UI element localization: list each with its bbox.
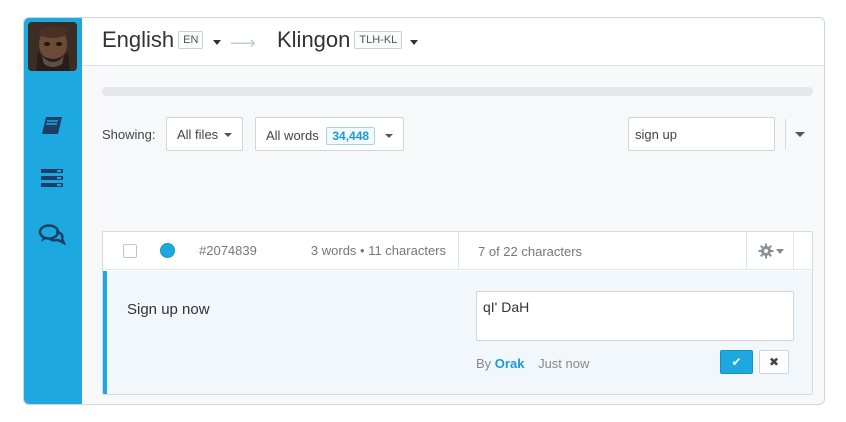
check-icon: ✔ <box>731 355 742 369</box>
language-header: English EN ⟶ Klingon TLH-KL <box>82 18 824 66</box>
save-button[interactable]: ✔ <box>720 350 753 374</box>
target-language-chevron-down-icon[interactable] <box>410 40 418 45</box>
column-divider <box>793 232 794 270</box>
source-language-code: EN <box>178 31 204 49</box>
by-label: By <box>476 356 492 371</box>
source-language-chevron-down-icon[interactable] <box>213 40 221 45</box>
string-id[interactable]: #2074839 <box>199 243 257 258</box>
translation-input[interactable]: qI' DaH <box>476 291 794 341</box>
translation-meta: By Orak Just now <box>476 356 589 371</box>
cancel-button[interactable]: ✖ <box>759 350 789 374</box>
sidebar <box>24 18 82 404</box>
chevron-down-icon <box>224 133 233 137</box>
active-indicator <box>103 271 107 394</box>
target-language-name: Klingon <box>277 27 351 52</box>
main-panel: English EN ⟶ Klingon TLH-KL Showing: All f… <box>82 18 824 404</box>
app-window: English EN ⟶ Klingon TLH-KL Showing: All f… <box>23 17 825 405</box>
translation-progress-bar <box>102 87 813 96</box>
timestamp: Just now <box>538 356 590 371</box>
source-language-name: English <box>102 27 175 52</box>
book-icon[interactable] <box>38 115 66 137</box>
settings-chevron-down-icon[interactable] <box>776 249 784 254</box>
search-divider <box>785 119 786 149</box>
search-options-chevron-down-icon[interactable] <box>795 132 805 137</box>
string-select-checkbox[interactable] <box>123 244 137 258</box>
showing-label: Showing: <box>102 127 156 142</box>
column-divider <box>746 232 747 270</box>
status-indicator <box>160 243 175 258</box>
gear-icon[interactable] <box>758 243 774 259</box>
comments-icon[interactable] <box>38 223 66 245</box>
string-card: #2074839 3 words • 11 characters 7 of 22… <box>102 231 813 395</box>
source-language[interactable]: English EN <box>102 27 204 53</box>
search-input[interactable] <box>628 117 775 151</box>
string-card-header: #2074839 3 words • 11 characters 7 of 22… <box>103 232 812 270</box>
string-card-body: Sign up now qI' DaH By Orak Just now ✔ ✖ <box>103 271 812 394</box>
source-text: Sign up now <box>127 301 210 318</box>
target-language-code: TLH-KL <box>354 31 403 49</box>
words-filter-dropdown[interactable]: All words 34,448 <box>255 117 405 151</box>
words-filter-label: All words <box>266 128 319 143</box>
source-stats: 3 words • 11 characters <box>310 243 446 258</box>
avatar-image <box>28 22 77 71</box>
translation-stats: 7 of 22 characters <box>478 244 583 259</box>
chevron-down-icon <box>385 134 394 138</box>
author-link[interactable]: Orak <box>495 356 525 371</box>
arrow-right-icon: ⟶ <box>230 33 256 53</box>
list-icon[interactable] <box>38 167 66 189</box>
column-divider <box>458 232 459 270</box>
target-language[interactable]: Klingon TLH-KL <box>277 27 403 53</box>
files-filter-dropdown[interactable]: All files <box>166 117 244 151</box>
close-icon: ✖ <box>768 355 780 369</box>
avatar[interactable] <box>28 22 77 71</box>
files-filter-label: All files <box>177 127 219 142</box>
word-count-badge: 34,448 <box>326 127 376 145</box>
